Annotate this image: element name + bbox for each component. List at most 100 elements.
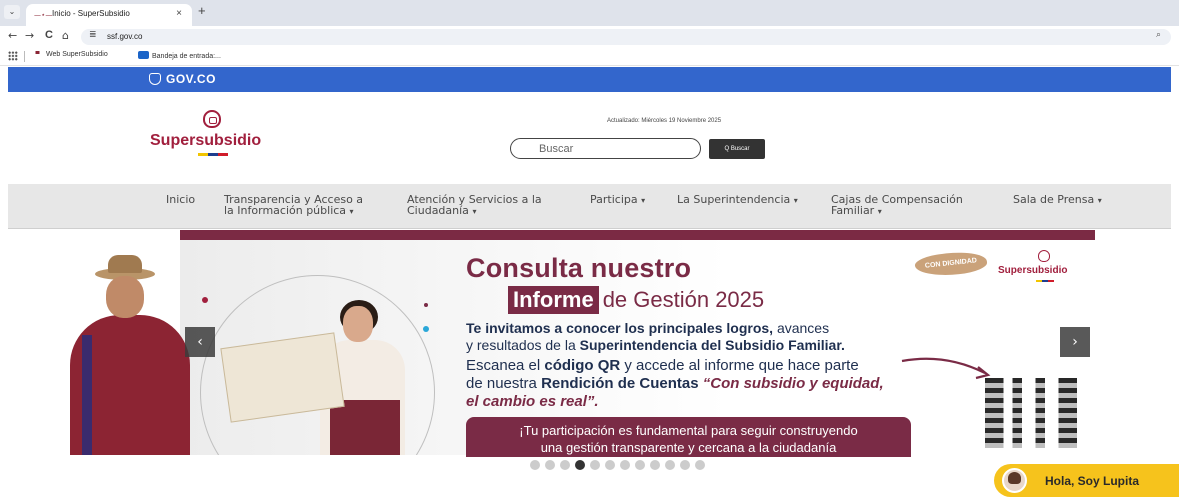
url-text: ssf.gov.co [107, 32, 143, 41]
flag-line [198, 153, 228, 156]
bookmark-label: Web SuperSubsidio [46, 51, 108, 58]
chat-widget[interactable]: Hola, Soy Lupita [994, 464, 1179, 497]
callout-line-1: ¡Tu participación es fundamental para se… [519, 423, 858, 438]
carousel-indicator[interactable] [650, 460, 660, 470]
carousel-indicator[interactable] [545, 460, 555, 470]
nav-transparencia[interactable]: Transparencia y Acceso a la Información … [224, 194, 363, 217]
bold-text: Superintendencia del Subsidio Familiar. [579, 337, 845, 353]
gestion-text: de Gestión 2025 [602, 287, 765, 312]
bookmark-favicon-icon [32, 51, 43, 54]
banner-brand-name: Supersubsidio [998, 265, 1068, 276]
browser-toolbar: ← → C ⌂ ≣ ssf.gov.co ⌕ [0, 26, 1179, 48]
banner-subheadline: Informe de Gestión 2025 [508, 286, 764, 314]
carousel-indicator[interactable] [635, 460, 645, 470]
chat-avatar [1002, 468, 1027, 493]
bold-text: Rendición de Cuentas [541, 375, 703, 392]
nav-cajas[interactable]: Cajas de Compensación Familiar ▾ [831, 194, 963, 217]
chevron-down-icon: ▾ [1097, 196, 1102, 205]
favicon-icon: —⋆— [34, 11, 53, 19]
carousel-prev-button[interactable]: ‹ [185, 327, 215, 357]
qr-code[interactable] [985, 378, 1077, 448]
callout-line-2: una gestión transparente y cercana a la … [540, 440, 837, 455]
govco-logo-text: GOV.CO [166, 72, 216, 86]
carousel-indicator[interactable] [620, 460, 630, 470]
chevron-down-icon: ▾ [641, 196, 646, 205]
nav-label: Inicio [166, 193, 196, 206]
apps-grid-icon[interactable] [8, 51, 18, 61]
coat-of-arms-icon [203, 110, 221, 128]
site-info-icon[interactable]: ≣ [89, 30, 97, 40]
browser-tabstrip: ⌄ —⋆— Inicio - SuperSubsidio × + [0, 0, 1179, 26]
flag-line [1036, 280, 1054, 282]
updated-date: Actualizado: Miércoles 19 Noviembre 2025 [607, 118, 722, 124]
home-icon[interactable]: ⌂ [62, 29, 69, 42]
carousel-indicators [530, 460, 710, 470]
text: de nuestra [466, 375, 542, 392]
banner-paragraph-1: Te invitamos a conocer los principales l… [466, 320, 845, 354]
carousel-indicator[interactable] [680, 460, 690, 470]
back-icon[interactable]: ← [8, 29, 17, 42]
carousel-next-button[interactable]: › [1060, 327, 1090, 357]
quote-text: el cambio es real”. [466, 393, 599, 410]
bookmark-bandeja[interactable]: Bandeja de entrada:... [138, 51, 221, 60]
text: Escanea el [466, 357, 545, 374]
zoom-icon[interactable]: ⌕ [1156, 30, 1161, 40]
bookmarks-bar: Web SuperSubsidio Bandeja de entrada:... [0, 48, 1179, 66]
browser-tab[interactable]: —⋆— Inicio - SuperSubsidio × [26, 4, 192, 26]
govco-bar: GOV.CO [8, 67, 1171, 92]
address-bar[interactable]: ≣ ssf.gov.co ⌕ [81, 29, 1171, 45]
bookmark-separator [24, 51, 25, 62]
new-tab-icon[interactable]: + [198, 3, 206, 18]
search-button[interactable]: Q Buscar [709, 139, 765, 159]
hat-crown [108, 255, 142, 273]
carousel-indicator[interactable] [575, 460, 585, 470]
chevron-down-icon: ▾ [472, 207, 477, 216]
tab-close-icon[interactable]: × [176, 8, 182, 19]
text: avances [773, 320, 830, 336]
carousel-indicator[interactable] [695, 460, 705, 470]
nav-label-2: Ciudadanía [407, 204, 469, 217]
report-document [220, 332, 345, 423]
carousel-indicator[interactable] [665, 460, 675, 470]
participation-callout: ¡Tu participación es fundamental para se… [466, 417, 911, 457]
carousel-indicator[interactable] [590, 460, 600, 470]
nav-label: Participa [590, 193, 638, 206]
decorative-dot [202, 297, 208, 303]
nav-participa[interactable]: Participa ▾ [590, 194, 645, 206]
quote-text: “Con subsidio y equidad, [702, 375, 884, 392]
banner-headline: Consulta nuestro [466, 253, 692, 283]
carousel-indicator[interactable] [605, 460, 615, 470]
nav-label: La Superintendencia [677, 193, 791, 206]
nav-superintendencia[interactable]: La Superintendencia ▾ [677, 194, 798, 206]
banner-top-band [180, 230, 1095, 240]
decorative-dot [424, 303, 428, 307]
carousel-indicator[interactable] [560, 460, 570, 470]
curved-arrow-icon [901, 357, 991, 380]
forward-icon[interactable]: → [25, 29, 34, 42]
carousel-indicator[interactable] [530, 460, 540, 470]
site-name: Supersubsidio [150, 132, 262, 149]
nav-inicio[interactable]: Inicio [166, 194, 195, 205]
nav-atencion[interactable]: Atención y Servicios a la Ciudadanía ▾ [407, 194, 542, 217]
nav-label-2: Familiar [831, 204, 875, 217]
govco-logo[interactable]: GOV.CO [149, 72, 216, 86]
govco-shield-icon [149, 73, 161, 85]
tab-search-menu-icon[interactable]: ⌄ [4, 5, 20, 19]
banner-paragraph-2: Escanea el código QR y accede al informe… [466, 357, 884, 411]
bookmark-label: Bandeja de entrada:... [152, 53, 221, 60]
nav-sala-prensa[interactable]: Sala de Prensa ▾ [1013, 194, 1102, 206]
bookmark-web-supersubsidio[interactable]: Web SuperSubsidio [32, 51, 108, 58]
site-logo[interactable]: Supersubsidio [150, 110, 280, 160]
chat-label: Hola, Soy Lupita [1045, 474, 1140, 488]
reload-icon[interactable]: C [45, 29, 53, 41]
woman-face [343, 306, 373, 342]
search-input[interactable] [510, 138, 701, 159]
coat-of-arms-icon [1038, 250, 1050, 262]
banner-brand-logo: Supersubsidio [998, 250, 1094, 290]
tab-title: Inicio - SuperSubsidio [52, 9, 130, 18]
man-face [106, 276, 144, 318]
main-nav: Inicio Transparencia y Acceso a la Infor… [8, 184, 1171, 229]
nav-label: Sala de Prensa [1013, 193, 1095, 206]
bold-text: código QR [544, 357, 621, 374]
text: y resultados de la [466, 337, 580, 353]
